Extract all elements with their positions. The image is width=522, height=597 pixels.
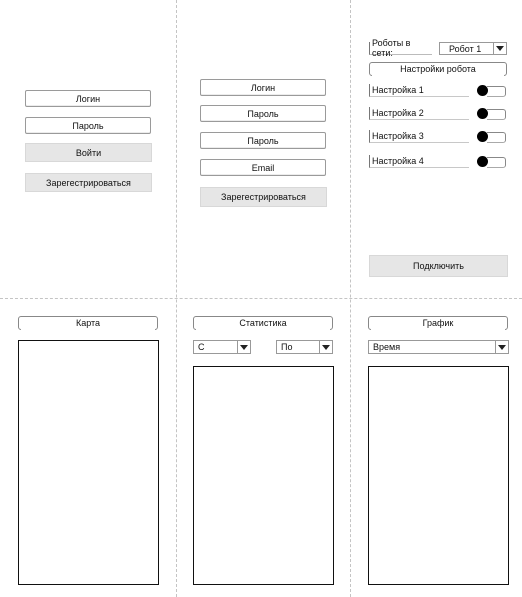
setting-label-3: Настройка 3 <box>372 131 424 141</box>
chevron-down-icon[interactable] <box>495 341 508 353</box>
toggle-switch-icon[interactable] <box>477 131 506 143</box>
graph-view <box>368 366 509 585</box>
date-to-select[interactable]: По <box>276 340 333 354</box>
login-button-label: Войти <box>75 147 102 158</box>
setting-label-1: Настройка 1 <box>372 85 424 95</box>
date-to-value: По <box>281 342 293 352</box>
setting-label-2: Настройка 2 <box>372 108 424 118</box>
toggle-switch-icon[interactable] <box>477 108 506 120</box>
chevron-down-icon[interactable] <box>319 341 332 353</box>
stats-header: Статистика <box>193 316 333 330</box>
robot-select[interactable]: Робот 1 <box>439 42 507 55</box>
register-button[interactable]: Зарегестрироваться <box>200 187 327 207</box>
chevron-down-icon[interactable] <box>493 43 506 54</box>
register-login-placeholder: Логин <box>250 82 276 93</box>
map-view[interactable] <box>18 340 159 585</box>
register-login-input[interactable]: Логин <box>200 79 326 96</box>
setting-row-3: Настройка 3 <box>369 130 469 143</box>
map-title: Карта <box>75 318 101 328</box>
register-button-label: Зарегестрироваться <box>221 192 306 202</box>
register-password-confirm-placeholder: Пароль <box>247 135 279 146</box>
register-password-placeholder: Пароль <box>247 108 279 119</box>
register-link-label: Зарегестрироваться <box>46 177 131 188</box>
stats-title: Статистика <box>239 318 287 328</box>
graph-title: График <box>422 318 454 328</box>
login-placeholder: Логин <box>75 93 101 104</box>
time-select[interactable]: Время <box>368 340 509 354</box>
password-placeholder: Пароль <box>72 120 104 131</box>
robots-online-label-box: Роботы в сети: <box>369 38 432 58</box>
register-password-confirm-input[interactable]: Пароль <box>200 132 326 149</box>
setting-row-1: Настройка 1 <box>369 84 469 97</box>
map-header: Карта <box>18 316 158 330</box>
graph-header: График <box>368 316 508 330</box>
login-input[interactable]: Логин <box>25 90 151 107</box>
register-email-placeholder: Email <box>251 162 275 173</box>
robots-online-label: Роботы в сети: <box>372 38 411 58</box>
date-from-value: С <box>198 342 205 352</box>
robot-settings-header-label: Настройки робота <box>400 64 476 74</box>
toggle-switch-icon[interactable] <box>477 85 506 97</box>
setting-label-4: Настройка 4 <box>372 156 424 166</box>
password-input[interactable]: Пароль <box>25 117 151 134</box>
connect-button-label: Подключить <box>413 261 464 271</box>
register-link-button[interactable]: Зарегестрироваться <box>25 173 152 192</box>
time-select-value: Время <box>373 342 401 352</box>
login-button[interactable]: Войти <box>25 143 152 162</box>
stats-view <box>193 366 334 585</box>
chevron-down-icon[interactable] <box>237 341 250 353</box>
connect-button[interactable]: Подключить <box>369 255 508 277</box>
date-from-select[interactable]: С <box>193 340 251 354</box>
register-password-input[interactable]: Пароль <box>200 105 326 122</box>
robot-select-value: Робот 1 <box>449 43 482 54</box>
setting-row-2: Настройка 2 <box>369 107 469 120</box>
robot-settings-header: Настройки робота <box>369 62 507 76</box>
grid-divider-horizontal <box>0 298 522 299</box>
register-email-input[interactable]: Email <box>200 159 326 176</box>
setting-row-4: Настройка 4 <box>369 155 469 168</box>
toggle-switch-icon[interactable] <box>477 156 506 168</box>
